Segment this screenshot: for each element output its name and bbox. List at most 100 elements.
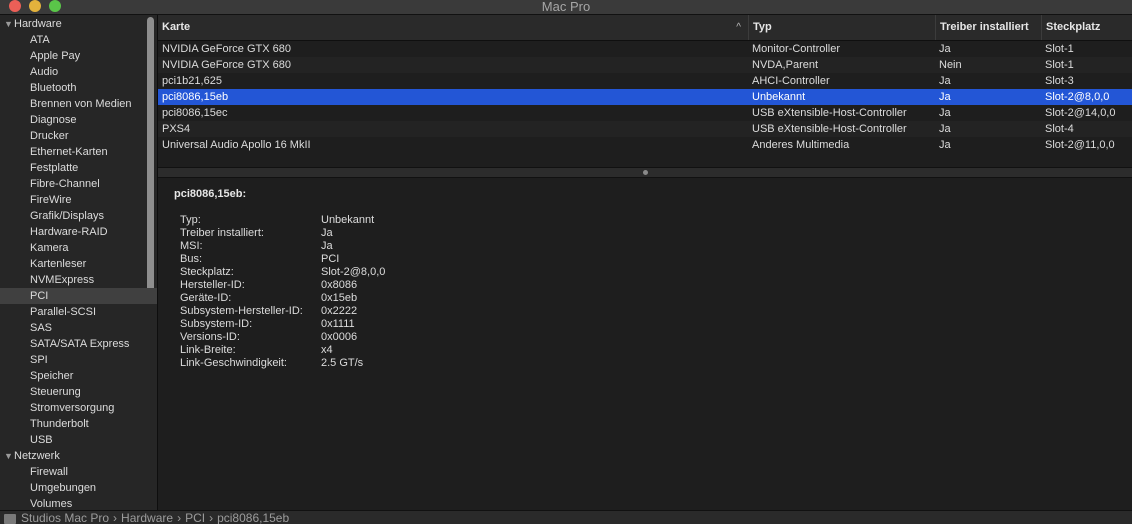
cell-karte: PXS4 [162,123,191,135]
breadcrumb-item[interactable]: pci8086,15eb [217,511,289,524]
sidebar-item-diagnose[interactable]: Diagnose [0,112,157,128]
column-header-steckplatz[interactable]: Steckplatz [1041,15,1132,40]
sidebar-item-speicher[interactable]: Speicher [0,368,157,384]
detail-key: Geräte-ID: [180,292,232,304]
cell-karte: NVIDIA GeForce GTX 680 [162,43,291,55]
sidebar-section-netzwerk[interactable]: ▼ Netzwerk [0,448,157,464]
cell-typ: Unbekannt [752,91,806,103]
detail-value: PCI [321,253,340,265]
detail-value: 0x1111 [321,318,355,330]
cell-treiber: Ja [939,43,951,55]
sidebar-item-sas[interactable]: SAS [0,320,157,336]
detail-key: Versions-ID: [180,331,240,343]
sidebar-item-hardware-raid[interactable]: Hardware-RAID [0,224,157,240]
detail-key: Link-Breite: [180,344,236,356]
cell-typ: Monitor-Controller [752,43,841,55]
table-row[interactable]: NVIDIA GeForce GTX 680 Monitor-Controller… [158,41,1132,57]
sidebar-item-spi[interactable]: SPI [0,352,157,368]
sidebar-item-audio[interactable]: Audio [0,64,157,80]
cell-treiber: Ja [939,91,951,103]
cell-karte: Universal Audio Apollo 16 MkII [162,139,311,151]
cell-karte: NVIDIA GeForce GTX 680 [162,59,291,71]
detail-key: MSI: [180,240,203,252]
sidebar-item-sata-sata-express[interactable]: SATA/SATA Express [0,336,157,352]
sidebar-section-hardware[interactable]: ▼ Hardware [0,16,157,32]
detail-key: Typ: [180,214,201,226]
detail-key: Link-Geschwindigkeit: [180,357,287,369]
cell-treiber: Ja [939,107,951,119]
breadcrumb-item[interactable]: PCI [185,511,205,524]
detail-value: x4 [321,344,333,356]
sidebar-item-firewire[interactable]: FireWire [0,192,157,208]
sort-ascending-icon: ^ [736,22,741,33]
cell-typ: NVDA,Parent [752,59,819,71]
cell-typ: USB eXtensible-Host-Controller [752,123,907,135]
sidebar-item-bluetooth[interactable]: Bluetooth [0,80,157,96]
sidebar-item-firewall[interactable]: Firewall [0,464,157,480]
detail-value: Ja [321,240,333,252]
cell-typ: AHCI-Controller [752,75,830,87]
cell-steckplatz: Slot-3 [1045,75,1074,87]
sidebar-item-stromversorgung[interactable]: Stromversorgung [0,400,157,416]
sidebar-item-grafik-displays[interactable]: Grafik/Displays [0,208,157,224]
sidebar-item-kamera[interactable]: Kamera [0,240,157,256]
sidebar-section-label: Hardware [14,18,62,30]
cell-steckplatz: Slot-1 [1045,59,1074,71]
detail-value: Unbekannt [321,214,375,226]
sidebar-item-thunderbolt[interactable]: Thunderbolt [0,416,157,432]
breadcrumb: Studios Mac Pro › Hardware › PCI › pci8086,15e… [21,511,289,524]
sidebar-item-parallel-scsi[interactable]: Parallel-SCSI [0,304,157,320]
sidebar-item-steuerung[interactable]: Steuerung [0,384,157,400]
table-row[interactable]: pci1b21,625 AHCI-Controller Ja Slot-3 [158,73,1132,89]
table-row[interactable]: PXS4 USB eXtensible-Host-Controller Ja Slot… [158,121,1132,137]
sidebar-item-ata[interactable]: ATA [0,32,157,48]
path-bar: Studios Mac Pro › Hardware › PCI › pci8086,15e… [0,510,1132,524]
sidebar-item-nvmexpress[interactable]: NVMExpress [0,272,157,288]
table-row[interactable]: pci8086,15ec USB eXtensible-Host-Controll… [158,105,1132,121]
sidebar-item-apple-pay[interactable]: Apple Pay [0,48,157,64]
detail-value: 2.5 GT/s [321,357,364,369]
cell-treiber: Ja [939,139,951,151]
cell-typ: Anderes Multimedia [752,139,850,151]
column-header-treiber[interactable]: Treiber installiert [935,15,1041,40]
cell-steckplatz: Slot-2@8,0,0 [1045,91,1110,103]
sidebar-item-fibre-channel[interactable]: Fibre-Channel [0,176,157,192]
chevron-right-icon: › [113,511,118,524]
column-header-karte[interactable]: Karte ^ [158,15,748,40]
sidebar-item-brennen-von-medien[interactable]: Brennen von Medien [0,96,157,112]
sidebar-item-festplatte[interactable]: Festplatte [0,160,157,176]
detail-key: Steckplatz: [180,266,234,278]
sidebar-item-pci[interactable]: PCI [0,288,157,304]
table-header: Karte ^ Typ Treiber installiert Steckpla… [158,15,1132,41]
detail-value: Slot-2@8,0,0 [321,266,386,278]
chevron-right-icon: › [177,511,182,524]
detail-value: 0x0006 [321,331,358,343]
title-bar: Mac Pro [0,0,1132,15]
sidebar-item-kartenleser[interactable]: Kartenleser [0,256,157,272]
sidebar-item-ethernet-karten[interactable]: Ethernet-Karten [0,144,157,160]
disclosure-triangle-icon[interactable]: ▼ [4,448,13,464]
details-pane: pci8086,15eb: Typ: Unbekannt Treiber insta… [158,178,1132,510]
breadcrumb-item[interactable]: Hardware [121,511,173,524]
table-row[interactable]: pci8086,15eb Unbekannt Ja Slot-2@8,0,0 [158,89,1132,105]
column-header-typ[interactable]: Typ [748,15,935,40]
detail-key: Treiber installiert: [180,227,264,239]
disclosure-triangle-icon[interactable]: ▼ [4,16,13,32]
sidebar-section-label: Netzwerk [14,450,60,462]
split-view-divider[interactable] [158,167,1132,178]
sidebar-item-drucker[interactable]: Drucker [0,128,157,144]
detail-value: 0x15eb [321,292,358,304]
breadcrumb-item[interactable]: Studios Mac Pro [21,511,109,524]
detail-value: 0x8086 [321,279,358,291]
sidebar: ▼ Hardware ATA Apple Pay Audio Bluetooth Brenn… [0,15,158,510]
sidebar-item-usb[interactable]: USB [0,432,157,448]
sidebar-item-volumes[interactable]: Volumes [0,496,157,510]
table-row[interactable]: NVIDIA GeForce GTX 680 NVDA,Parent Nein Slo… [158,57,1132,73]
cell-steckplatz: Slot-4 [1045,123,1074,135]
detail-key: Bus: [180,253,203,265]
sidebar-item-umgebungen[interactable]: Umgebungen [0,480,157,496]
window-title: Mac Pro [541,0,591,14]
table-row[interactable]: Universal Audio Apollo 16 MkII Anderes Mu… [158,137,1132,153]
cell-treiber: Nein [939,59,962,71]
divider-handle-icon [643,170,648,175]
